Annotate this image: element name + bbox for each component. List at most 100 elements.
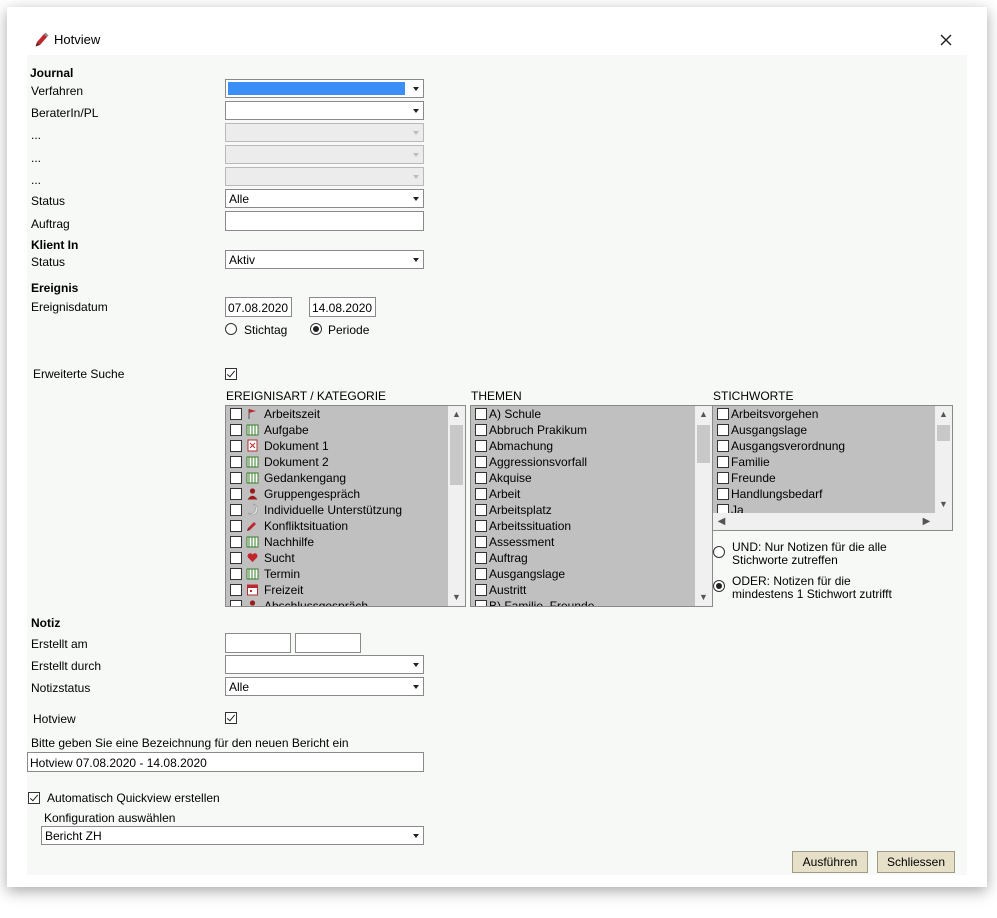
scroll-down-icon[interactable]: ▼ — [448, 589, 465, 606]
hotview-checkbox[interactable] — [225, 712, 237, 724]
ereignisart-list[interactable]: Arbeitszeit Aufgabe Dokument 1 Dokument 2 Ge… — [225, 405, 466, 607]
ereignisart-item[interactable]: Aufgabe — [226, 422, 448, 438]
themen-item-checkbox[interactable] — [475, 568, 487, 580]
ereignisart-item-checkbox[interactable] — [230, 520, 242, 532]
scroll-up-icon[interactable]: ▲ — [695, 406, 712, 423]
ereignisart-item-checkbox[interactable] — [230, 408, 242, 420]
ereignisart-item-checkbox[interactable] — [230, 472, 242, 484]
ereignisart-item[interactable]: Konfliktsituation — [226, 518, 448, 534]
stichworte-item[interactable]: Ja — [713, 502, 935, 513]
ausfuehren-button[interactable]: Ausführen — [792, 851, 868, 873]
themen-item[interactable]: Ausgangslage — [471, 566, 695, 582]
periode-radio[interactable] — [310, 323, 322, 335]
stichworte-item-checkbox[interactable] — [717, 440, 729, 452]
themen-item[interactable]: Arbeitssituation — [471, 518, 695, 534]
ereignisart-item[interactable]: Nachhilfe — [226, 534, 448, 550]
scroll-thumb[interactable] — [937, 425, 950, 441]
themen-item-checkbox[interactable] — [475, 600, 487, 606]
stichworte-item[interactable]: Freunde — [713, 470, 935, 486]
ereignisart-item-checkbox[interactable] — [230, 440, 242, 452]
und-radio[interactable] — [713, 546, 725, 558]
close-icon[interactable] — [935, 29, 957, 51]
scroll-thumb[interactable] — [450, 425, 463, 485]
ereignisart-item-checkbox[interactable] — [230, 536, 242, 548]
themen-item-checkbox[interactable] — [475, 488, 487, 500]
ereignisart-item-checkbox[interactable] — [230, 424, 242, 436]
scroll-thumb[interactable] — [697, 425, 710, 463]
themen-item[interactable]: Abmachung — [471, 438, 695, 454]
themen-item[interactable]: Abbruch Prakikum — [471, 422, 695, 438]
themen-scrollbar[interactable]: ▲ ▼ — [695, 406, 712, 606]
oder-radio[interactable] — [713, 580, 725, 592]
themen-item[interactable]: Auftrag — [471, 550, 695, 566]
themen-item-checkbox[interactable] — [475, 440, 487, 452]
ereignisart-item[interactable]: Sucht — [226, 550, 448, 566]
scroll-left-icon[interactable]: ◀ — [713, 513, 730, 530]
ereignisart-item[interactable]: Gruppengespräch — [226, 486, 448, 502]
ereignisart-item-checkbox[interactable] — [230, 504, 242, 516]
stichworte-hscrollbar[interactable]: ◀ ▶ — [713, 513, 935, 530]
bezeichnung-input[interactable]: Hotview 07.08.2020 - 14.08.2020 — [27, 752, 424, 772]
date-from-input[interactable]: 07.08.2020 — [225, 297, 292, 317]
themen-item-checkbox[interactable] — [475, 536, 487, 548]
erweiterte-suche-checkbox[interactable] — [225, 368, 237, 380]
ereignisart-item-checkbox[interactable] — [230, 584, 242, 596]
ereignisart-item[interactable]: Termin — [226, 566, 448, 582]
berater-dropdown[interactable] — [225, 101, 424, 120]
stichworte-item-checkbox[interactable] — [717, 472, 729, 484]
themen-item-checkbox[interactable] — [475, 584, 487, 596]
themen-item-checkbox[interactable] — [475, 504, 487, 516]
scroll-down-icon[interactable]: ▼ — [695, 589, 712, 606]
klient-status-dropdown[interactable]: Aktiv — [225, 250, 424, 269]
ereignisart-item-checkbox[interactable] — [230, 568, 242, 580]
journal-status-dropdown[interactable]: Alle — [225, 189, 424, 208]
ereignisart-item-checkbox[interactable] — [230, 456, 242, 468]
erstellt-am-to-input[interactable] — [295, 633, 361, 653]
stichworte-item[interactable]: Handlungsbedarf — [713, 486, 935, 502]
stichworte-scrollbar[interactable]: ▲ ▼ — [935, 406, 952, 513]
themen-list[interactable]: A) Schule Abbruch Prakikum Abmachung Aggres… — [470, 405, 713, 607]
ereignisart-item-checkbox[interactable] — [230, 600, 242, 606]
stichworte-item-checkbox[interactable] — [717, 408, 729, 420]
ereignisart-item[interactable]: Abschlussgespräch — [226, 598, 448, 606]
quickview-checkbox[interactable] — [28, 792, 40, 804]
stichworte-item-checkbox[interactable] — [717, 424, 729, 436]
konfiguration-dropdown[interactable]: Bericht ZH — [41, 826, 424, 845]
themen-item-checkbox[interactable] — [475, 472, 487, 484]
ereignisart-scrollbar[interactable]: ▲ ▼ — [448, 406, 465, 606]
themen-item-checkbox[interactable] — [475, 456, 487, 468]
stichworte-item[interactable]: Ausgangsverordnung — [713, 438, 935, 454]
stichworte-list[interactable]: Arbeitsvorgehen Ausgangslage Ausgangsveror… — [712, 405, 953, 531]
scroll-right-icon[interactable]: ▶ — [918, 513, 935, 530]
themen-item[interactable]: Aggressionsvorfall — [471, 454, 695, 470]
stichworte-item-checkbox[interactable] — [717, 488, 729, 500]
ereignisart-item[interactable]: Gedankengang — [226, 470, 448, 486]
themen-item[interactable]: Assessment — [471, 534, 695, 550]
themen-item[interactable]: Arbeit — [471, 486, 695, 502]
themen-item[interactable]: Akquise — [471, 470, 695, 486]
ereignisart-item[interactable]: Dokument 1 — [226, 438, 448, 454]
schliessen-button[interactable]: Schliessen — [877, 851, 955, 873]
themen-item[interactable]: Arbeitsplatz — [471, 502, 695, 518]
stichtag-radio[interactable] — [225, 323, 237, 335]
ereignisart-item-checkbox[interactable] — [230, 488, 242, 500]
auftrag-input[interactable] — [225, 211, 424, 231]
erstellt-am-from-input[interactable] — [225, 633, 291, 653]
stichworte-item[interactable]: Ausgangslage — [713, 422, 935, 438]
themen-item-checkbox[interactable] — [475, 424, 487, 436]
verfahren-dropdown[interactable] — [225, 79, 424, 98]
scroll-down-icon[interactable]: ▼ — [935, 496, 952, 513]
erstellt-durch-dropdown[interactable] — [225, 655, 424, 674]
ereignisart-item[interactable]: Dokument 2 — [226, 454, 448, 470]
stichworte-item[interactable]: Familie — [713, 454, 935, 470]
stichworte-item-checkbox[interactable] — [717, 456, 729, 468]
scroll-up-icon[interactable]: ▲ — [448, 406, 465, 423]
ereignisart-item[interactable]: Individuelle Unterstützung — [226, 502, 448, 518]
themen-item[interactable]: Austritt — [471, 582, 695, 598]
themen-item-checkbox[interactable] — [475, 408, 487, 420]
themen-item[interactable]: B) Familie, Freunde — [471, 598, 695, 606]
notizstatus-dropdown[interactable]: Alle — [225, 677, 424, 696]
stichworte-item-checkbox[interactable] — [717, 504, 729, 513]
ereignisart-item[interactable]: Freizeit — [226, 582, 448, 598]
themen-item[interactable]: A) Schule — [471, 406, 695, 422]
